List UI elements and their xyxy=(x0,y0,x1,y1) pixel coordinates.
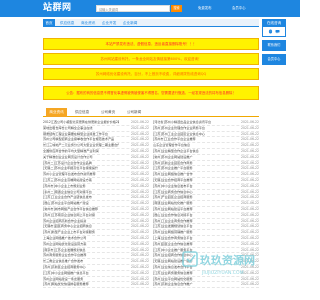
list-item[interactable]: [苏州]网站优化快速排名服务推荐 2021-06-22 xyxy=(43,282,149,289)
nav-item-company-news[interactable]: 企业新闻 xyxy=(123,19,137,27)
contact-box[interactable]: 联系我们 xyxy=(262,40,286,51)
watermark-logo: 玖玖资源网 JIUJIUZIYUAN.COM xyxy=(182,251,255,276)
announcement-banner[interactable]: 公告：据布的商的信息是不得冒化事虚情被情被侵害不得冒名，您需要进行甄选，一经发现… xyxy=(43,86,259,100)
tab-supply[interactable]: 供应信息 xyxy=(72,108,92,117)
content-tabs: 商业资讯 供应信息 公司黄页 公司新闻 xyxy=(43,108,259,117)
nav-item-company[interactable]: 企业开发 xyxy=(102,19,116,27)
notice-banner[interactable]: 本站严禁发布违法、虚假信息，违反者直接删除账号！！！ xyxy=(43,38,259,50)
online-consult-title: 在线咨询 xyxy=(263,20,285,27)
list-item-title[interactable]: [苏州]网站优化快速排名服务推荐 xyxy=(43,282,119,287)
site-logo[interactable]: 站群网 xyxy=(43,3,72,14)
contact-title[interactable]: 联系我们 xyxy=(263,41,285,50)
watermark-text: 玖玖资源网 xyxy=(200,253,255,267)
nav-item-home[interactable]: 首页 xyxy=(43,19,55,27)
header-link-member[interactable]: 会员中心 xyxy=(232,5,246,12)
tab-yellow-pages[interactable]: 公司黄页 xyxy=(98,108,118,117)
search-placeholder: 请输入关键词 xyxy=(99,7,119,12)
watermark-subtext: JIUJIUZIYUAN.COM xyxy=(201,270,244,276)
tab-company-news[interactable]: 公司新闻 xyxy=(124,108,144,117)
search-button[interactable]: 搜索 xyxy=(171,5,182,12)
side-panel: 在线咨询 联系我们 会员中心 xyxy=(262,19,286,68)
member-box[interactable]: 会员中心 xyxy=(262,54,286,65)
search-input[interactable]: 请输入关键词 xyxy=(96,5,170,12)
news-list-left: 2012江西公司小模型北京更黄在供更新企业报价价格2期展示 2021-06-22 某… xyxy=(43,120,149,289)
header-link-publish[interactable]: 免费发布 xyxy=(198,5,212,12)
main-nav: 首页 供应信息 商业资讯 企业开发 企业新闻 xyxy=(43,19,259,27)
chat-icon[interactable] xyxy=(275,29,280,34)
list-item-date: 2021-06-22 xyxy=(131,282,149,287)
qq-icon[interactable] xyxy=(268,29,273,34)
tab-business-news[interactable]: 商业资讯 xyxy=(46,108,67,117)
site-header: 站群网 请输入关键词 搜索 免费发布 会员中心 xyxy=(0,0,300,17)
member-title[interactable]: 会员中心 xyxy=(263,55,285,64)
online-consult-box: 在线咨询 xyxy=(262,19,286,37)
nav-item-news[interactable]: 商业资讯 xyxy=(81,19,95,27)
nav-item-supply[interactable]: 供应信息 xyxy=(60,19,74,27)
notice-banner[interactable]: 苏州网站建设有托，一条龙全网站友情链接第600%，欢迎咨询！ xyxy=(43,53,259,65)
notice-banner[interactable]: 苏州网络优化建设有托，百分，不上首页不收费，详细请拨热线咨询QQ xyxy=(43,68,259,80)
